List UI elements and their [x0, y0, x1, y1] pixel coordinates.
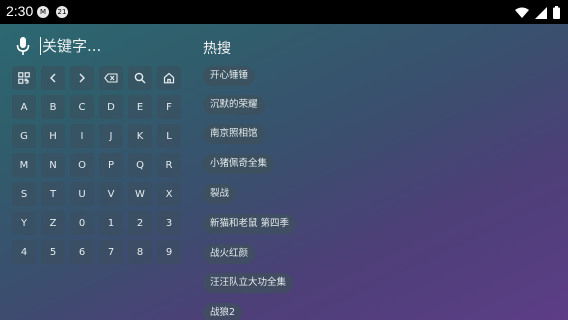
key-q[interactable]: Q	[128, 153, 152, 177]
key-n[interactable]: N	[41, 153, 65, 177]
backspace-icon	[104, 73, 118, 83]
keypad: A B C D E F G H I J K L M N O P Q R S T …	[12, 66, 184, 264]
key-u[interactable]: U	[70, 182, 94, 206]
key-5[interactable]: 5	[41, 240, 65, 264]
key-s[interactable]: S	[12, 182, 36, 206]
hot-search-item[interactable]: 开心锤锤	[203, 66, 256, 86]
key-y[interactable]: Y	[12, 211, 36, 235]
battery-icon	[553, 4, 560, 23]
key-z[interactable]: Z	[41, 211, 65, 235]
backspace-button[interactable]	[99, 66, 123, 90]
wifi-icon	[515, 4, 529, 23]
qr-code-button[interactable]	[12, 66, 36, 90]
key-t[interactable]: T	[41, 182, 65, 206]
key-m[interactable]: M	[12, 153, 36, 177]
key-h[interactable]: H	[41, 124, 65, 148]
key-2[interactable]: 2	[128, 211, 152, 235]
hot-search-item[interactable]: 裂战	[203, 184, 237, 204]
key-x[interactable]: X	[157, 182, 181, 206]
status-time: 2:30	[6, 3, 34, 19]
hot-search-item[interactable]: 战狼2	[203, 303, 243, 320]
cursor-right-button[interactable]	[70, 66, 94, 90]
home-icon	[163, 72, 175, 84]
key-e[interactable]: E	[128, 95, 152, 119]
status-icons	[515, 4, 560, 23]
key-1[interactable]: 1	[99, 211, 123, 235]
search-bar	[12, 34, 190, 58]
hot-search-item[interactable]: 南京照相馆	[203, 124, 265, 144]
key-j[interactable]: J	[99, 124, 123, 148]
key-f[interactable]: F	[157, 95, 181, 119]
hot-search-item[interactable]: 新猫和老鼠 第四季	[203, 214, 297, 234]
hot-search-item[interactable]: 小猪佩奇全集	[203, 154, 275, 174]
cursor-left-button[interactable]	[41, 66, 65, 90]
key-r[interactable]: R	[157, 153, 181, 177]
signal-icon	[535, 4, 547, 23]
key-9[interactable]: 9	[157, 240, 181, 264]
key-v[interactable]: V	[99, 182, 123, 206]
key-g[interactable]: G	[12, 124, 36, 148]
key-0[interactable]: 0	[70, 211, 94, 235]
notification-icon: 21	[56, 6, 68, 18]
key-7[interactable]: 7	[99, 240, 123, 264]
search-button[interactable]	[128, 66, 152, 90]
hot-search-item[interactable]: 汪汪队立大功全集	[203, 273, 294, 293]
qr-icon	[18, 72, 30, 84]
status-bar: 2:30 M 21	[0, 0, 568, 24]
microphone-icon[interactable]	[12, 35, 34, 57]
text-cursor	[40, 37, 41, 55]
hot-search-item[interactable]: 战火红颜	[203, 244, 256, 264]
key-6[interactable]: 6	[70, 240, 94, 264]
notification-icon: M	[37, 6, 49, 18]
key-i[interactable]: I	[70, 124, 94, 148]
hot-search-item[interactable]: 沉默的荣耀	[203, 95, 265, 115]
key-3[interactable]: 3	[157, 211, 181, 235]
key-a[interactable]: A	[12, 95, 36, 119]
search-input[interactable]	[40, 35, 190, 57]
chevron-right-icon	[78, 73, 86, 83]
key-o[interactable]: O	[70, 153, 94, 177]
key-k[interactable]: K	[128, 124, 152, 148]
key-d[interactable]: D	[99, 95, 123, 119]
home-button[interactable]	[157, 66, 181, 90]
search-icon	[134, 72, 146, 84]
key-b[interactable]: B	[41, 95, 65, 119]
key-c[interactable]: C	[70, 95, 94, 119]
hot-search-title: 热搜	[203, 41, 231, 57]
chevron-left-icon	[49, 73, 57, 83]
key-4[interactable]: 4	[12, 240, 36, 264]
key-8[interactable]: 8	[128, 240, 152, 264]
key-p[interactable]: P	[99, 153, 123, 177]
key-l[interactable]: L	[157, 124, 181, 148]
key-w[interactable]: W	[128, 182, 152, 206]
